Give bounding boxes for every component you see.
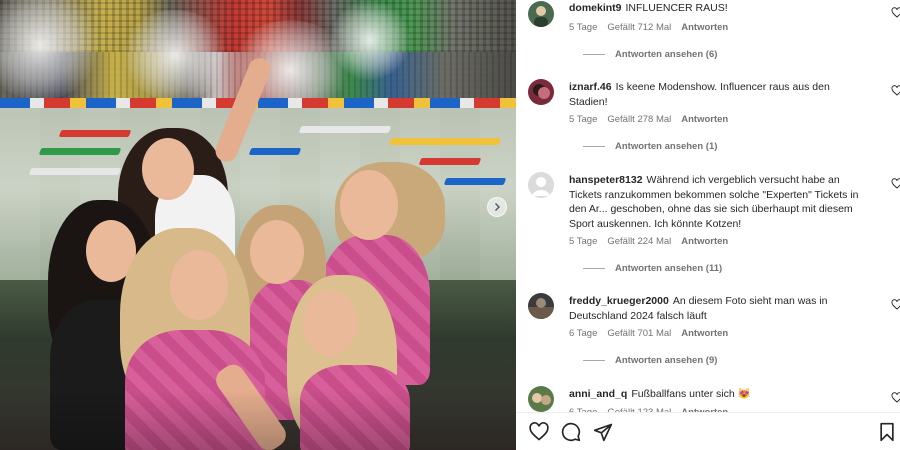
comment-meta: 5 Tage Gefällt 278 Mal Antworten	[569, 114, 738, 125]
comment-bubble-icon[interactable]	[561, 422, 581, 442]
comment-meta: 6 Tage Gefällt 701 Mal Antworten	[569, 328, 738, 339]
divider-line	[583, 54, 605, 55]
avatar[interactable]	[528, 386, 554, 412]
smoke	[330, 0, 410, 80]
comment-text: INFLUENCER RAUS!	[625, 2, 728, 14]
comment-username[interactable]: domekint9	[569, 2, 622, 14]
view-replies-button[interactable]: Antworten ansehen (6)	[583, 49, 717, 60]
comment-likes[interactable]: Gefällt 712 Mal	[607, 22, 671, 33]
avatar[interactable]	[528, 79, 554, 105]
comment-username[interactable]: freddy_krueger2000	[569, 295, 669, 307]
chevron-right-icon[interactable]	[487, 197, 507, 217]
comment-meta: 5 Tage Gefällt 712 Mal Antworten	[569, 22, 738, 33]
view-replies-button[interactable]: Antworten ansehen (11)	[583, 263, 722, 274]
comment-age: 6 Tage	[569, 328, 598, 339]
reply-button[interactable]: Antworten	[681, 236, 728, 247]
paper-plane-icon[interactable]	[593, 422, 613, 442]
view-replies-button[interactable]: Antworten ansehen (1)	[583, 141, 717, 152]
smoke	[120, 10, 230, 100]
reply-button[interactable]: Antworten	[681, 114, 728, 125]
heart-icon[interactable]	[891, 299, 900, 311]
reply-button[interactable]: Antworten	[681, 328, 728, 339]
reply-button[interactable]: Antworten	[681, 22, 728, 33]
comment-meta: 5 Tage Gefällt 224 Mal Antworten	[569, 236, 738, 247]
heart-icon[interactable]	[891, 7, 900, 19]
heart-outline-icon[interactable]	[529, 422, 549, 442]
comment-username[interactable]: anni_and_q	[569, 388, 627, 400]
comment-age: 5 Tage	[569, 114, 598, 125]
comment-likes[interactable]: Gefällt 278 Mal	[607, 114, 671, 125]
post-action-bar	[516, 412, 900, 450]
divider-line	[583, 268, 605, 269]
divider-line	[583, 146, 605, 147]
divider-line	[583, 360, 605, 361]
comment-likes[interactable]: Gefällt 701 Mal	[607, 328, 671, 339]
avatar[interactable]	[528, 1, 554, 27]
post-photo[interactable]	[0, 0, 516, 450]
heart-icon[interactable]	[891, 178, 900, 190]
comments-list[interactable]: domekint9 INFLUENCER RAUS! 5 Tage Gefällt …	[516, 0, 900, 416]
heart-icon[interactable]	[891, 392, 900, 404]
comment-username[interactable]: iznarf.46	[569, 81, 612, 93]
avatar[interactable]	[528, 293, 554, 319]
avatar[interactable]	[528, 172, 554, 198]
comment-likes[interactable]: Gefällt 224 Mal	[607, 236, 671, 247]
photo-vignette	[0, 390, 516, 450]
view-replies-button[interactable]: Antworten ansehen (9)	[583, 355, 717, 366]
comment-text: Fußballfans unter sich 😻	[631, 388, 751, 400]
bookmark-icon[interactable]	[877, 422, 897, 442]
comment-username[interactable]: hanspeter8132	[569, 174, 643, 186]
comment-age: 5 Tage	[569, 236, 598, 247]
comment-age: 5 Tage	[569, 22, 598, 33]
heart-icon[interactable]	[891, 85, 900, 97]
